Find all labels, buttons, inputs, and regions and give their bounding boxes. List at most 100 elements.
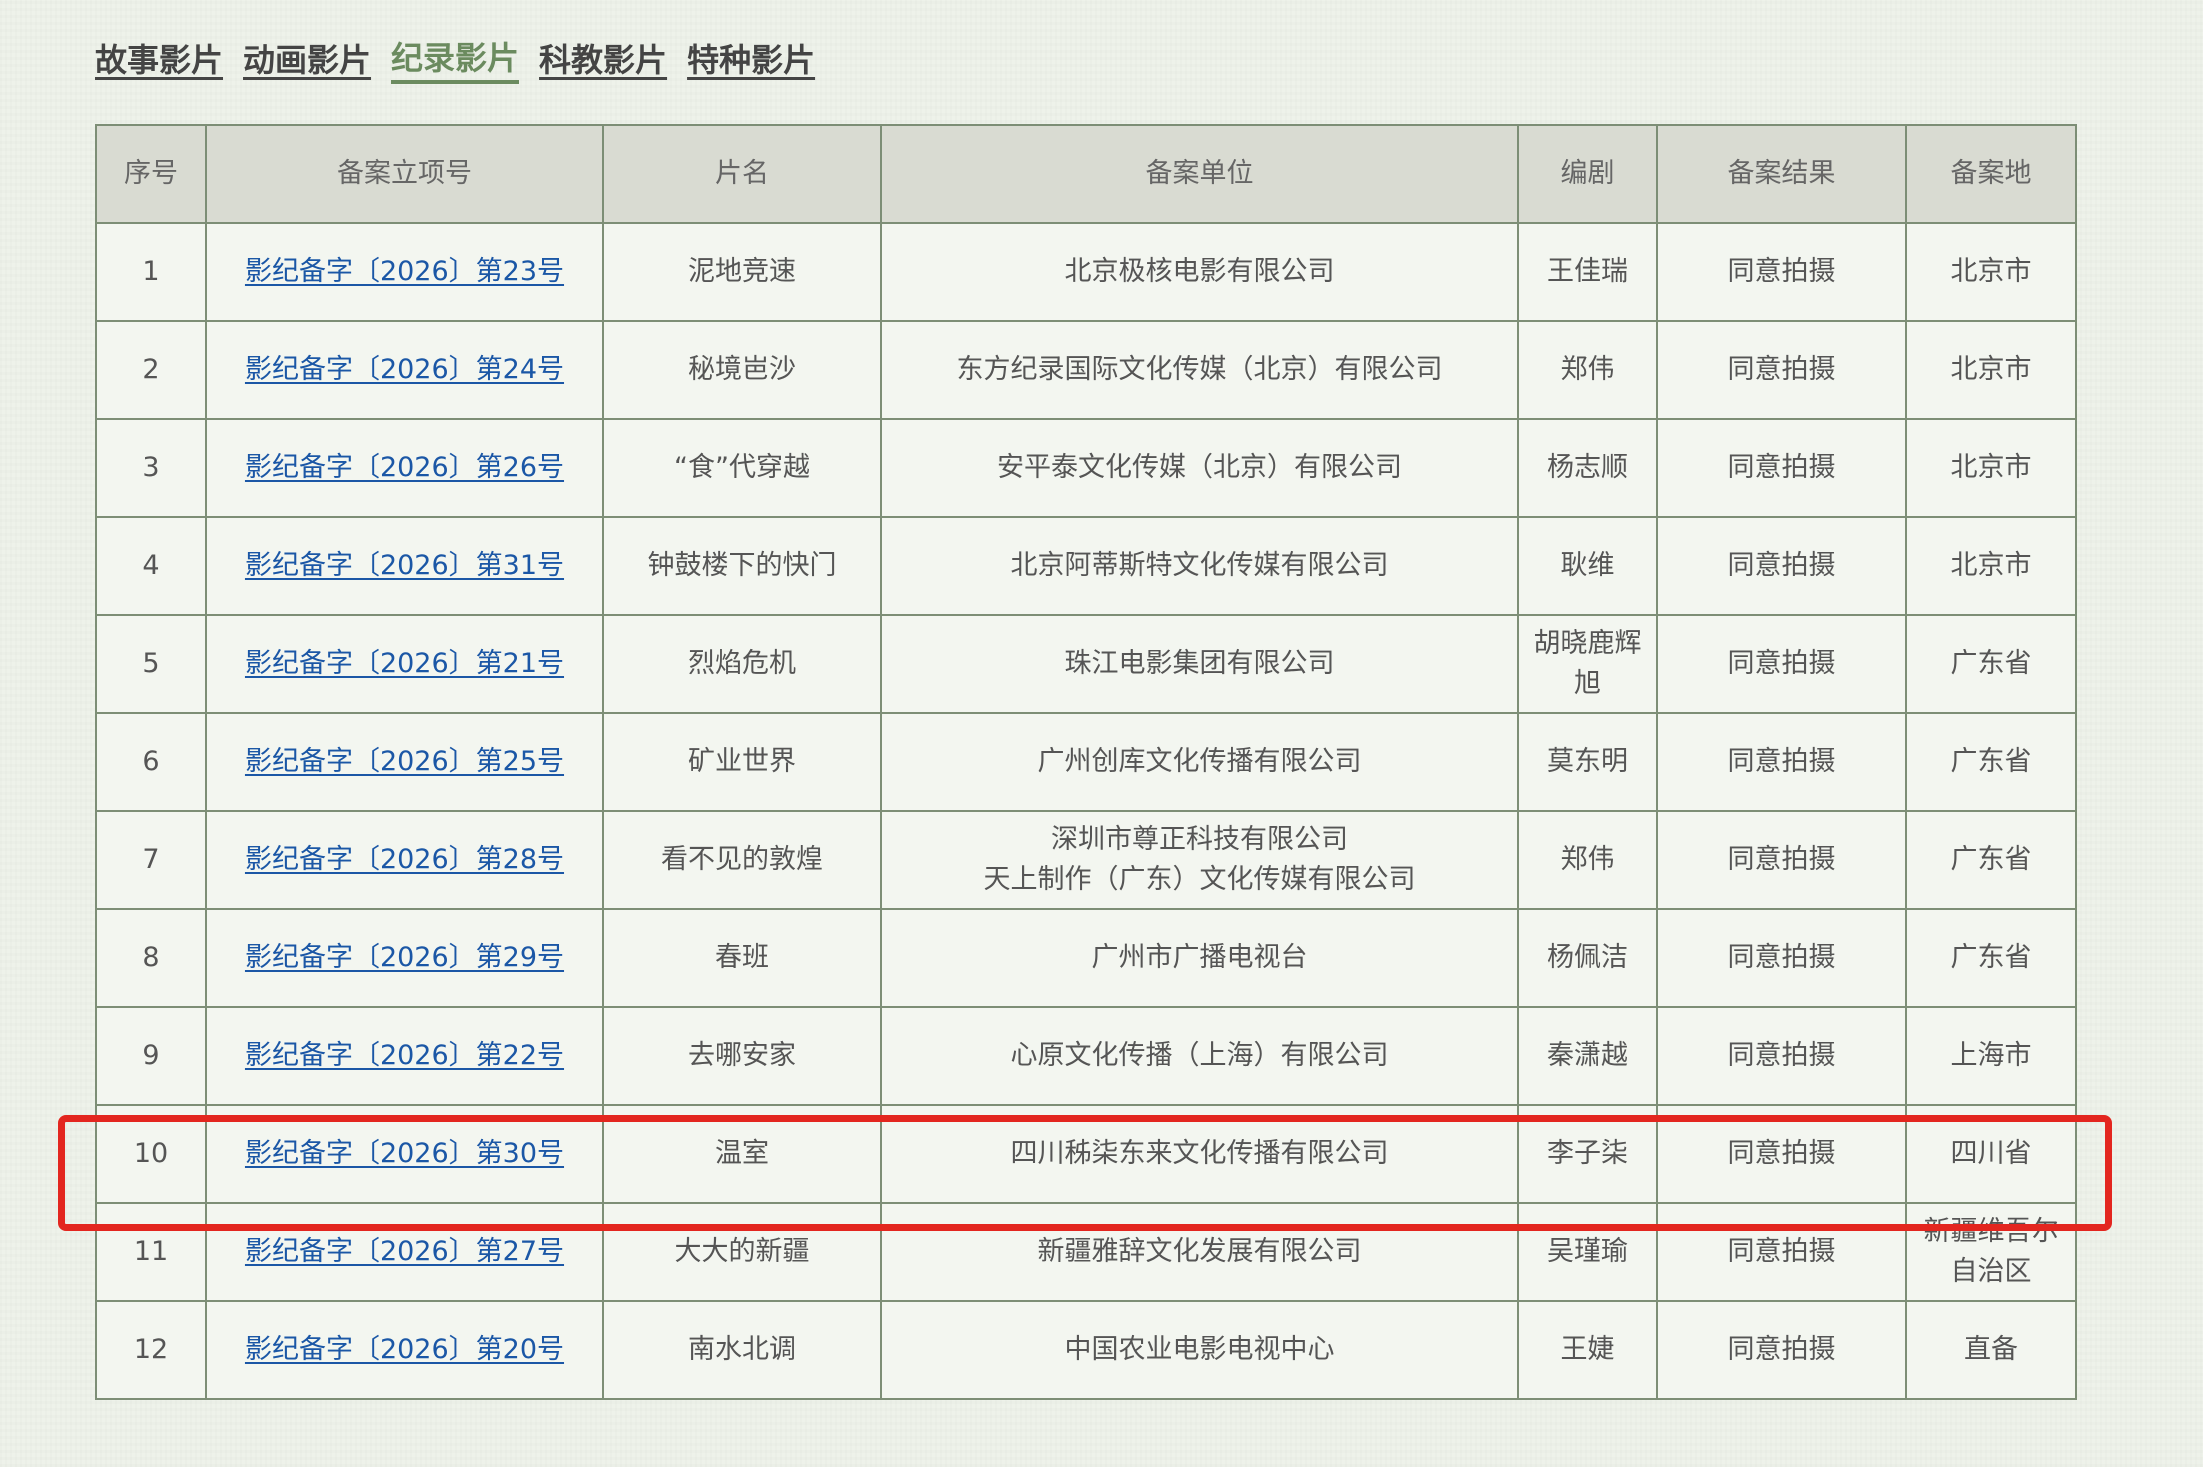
cell-filing-unit: 深圳市尊正科技有限公司 天上制作（广东）文化传媒有限公司 — [880, 810, 1519, 910]
table-row: 11 影纪备字〔2026〕第27号 大大的新疆 新疆雅辞文化发展有限公司 吴瑾瑜 同意拍摄… — [95, 1202, 2077, 1302]
table-row: 1 影纪备字〔2026〕第23号 泥地竞速 北京极核电影有限公司 王佳瑞 同意拍摄 北京市 — [95, 222, 2077, 322]
filing-number-link[interactable]: 影纪备字〔2026〕第21号 — [245, 648, 564, 679]
header-writer: 编剧 — [1517, 124, 1658, 224]
cell-writer: 吴瑾瑜 — [1517, 1202, 1658, 1302]
filing-number-link[interactable]: 影纪备字〔2026〕第20号 — [245, 1334, 564, 1365]
table-row: 4 影纪备字〔2026〕第31号 钟鼓楼下的快门 北京阿蒂斯特文化传媒有限公司 耿维 同意… — [95, 516, 2077, 616]
cell-title: 大大的新疆 — [602, 1202, 882, 1302]
cell-location: 北京市 — [1905, 516, 2077, 616]
cell-result: 同意拍摄 — [1656, 1300, 1907, 1400]
cell-title: 春班 — [602, 908, 882, 1008]
cell-filing-unit: 心原文化传播（上海）有限公司 — [880, 1006, 1519, 1106]
cell-no: 1 — [95, 222, 207, 322]
cell-no: 8 — [95, 908, 207, 1008]
cell-result: 同意拍摄 — [1656, 418, 1907, 518]
cell-writer: 郑伟 — [1517, 810, 1658, 910]
tab-animated-films[interactable]: 动画影片 — [243, 36, 371, 84]
cell-no: 2 — [95, 320, 207, 420]
cell-filing-number: 影纪备字〔2026〕第31号 — [205, 516, 604, 616]
header-filing-number: 备案立项号 — [205, 124, 604, 224]
filing-number-link[interactable]: 影纪备字〔2026〕第23号 — [245, 256, 564, 287]
filing-number-link[interactable]: 影纪备字〔2026〕第22号 — [245, 1040, 564, 1071]
cell-result: 同意拍摄 — [1656, 908, 1907, 1008]
filing-number-link[interactable]: 影纪备字〔2026〕第26号 — [245, 452, 564, 483]
table-row: 6 影纪备字〔2026〕第25号 矿业世界 广州创库文化传播有限公司 莫东明 同意拍摄 广东… — [95, 712, 2077, 812]
cell-writer: 李子柒 — [1517, 1104, 1658, 1204]
header-no: 序号 — [95, 124, 207, 224]
cell-filing-number: 影纪备字〔2026〕第23号 — [205, 222, 604, 322]
filing-number-link[interactable]: 影纪备字〔2026〕第31号 — [245, 550, 564, 581]
table-row: 2 影纪备字〔2026〕第24号 秘境岜沙 东方纪录国际文化传媒（北京）有限公司 郑伟同… — [95, 320, 2077, 420]
cell-title: “食”代穿越 — [602, 418, 882, 518]
header-title: 片名 — [602, 124, 882, 224]
cell-result: 同意拍摄 — [1656, 1006, 1907, 1106]
cell-filing-number: 影纪备字〔2026〕第29号 — [205, 908, 604, 1008]
filing-number-link[interactable]: 影纪备字〔2026〕第30号 — [245, 1138, 564, 1169]
cell-no: 11 — [95, 1202, 207, 1302]
cell-no: 4 — [95, 516, 207, 616]
cell-writer: 莫东明 — [1517, 712, 1658, 812]
filing-number-link[interactable]: 影纪备字〔2026〕第28号 — [245, 844, 564, 875]
cell-title: 矿业世界 — [602, 712, 882, 812]
cell-result: 同意拍摄 — [1656, 1104, 1907, 1204]
cell-filing-unit: 广州创库文化传播有限公司 — [880, 712, 1519, 812]
filing-number-link[interactable]: 影纪备字〔2026〕第27号 — [245, 1236, 564, 1267]
cell-no: 12 — [95, 1300, 207, 1400]
cell-filing-unit: 广州市广播电视台 — [880, 908, 1519, 1008]
cell-result: 同意拍摄 — [1656, 1202, 1907, 1302]
category-tabs: 故事影片 动画影片 纪录影片 科教影片 特种影片 — [95, 36, 815, 84]
cell-no: 7 — [95, 810, 207, 910]
cell-filing-number: 影纪备字〔2026〕第25号 — [205, 712, 604, 812]
cell-location: 新疆维吾尔自治区 — [1905, 1202, 2077, 1302]
tab-science-films[interactable]: 科教影片 — [539, 36, 667, 84]
table-header-row: 序号 备案立项号 片名 备案单位 编剧 备案结果 备案地 — [95, 124, 2077, 224]
cell-filing-unit: 珠江电影集团有限公司 — [880, 614, 1519, 714]
cell-location: 北京市 — [1905, 320, 2077, 420]
header-location: 备案地 — [1905, 124, 2077, 224]
cell-filing-number: 影纪备字〔2026〕第20号 — [205, 1300, 604, 1400]
cell-writer: 秦潇越 — [1517, 1006, 1658, 1106]
filing-number-link[interactable]: 影纪备字〔2026〕第25号 — [245, 746, 564, 777]
cell-location: 直备 — [1905, 1300, 2077, 1400]
tab-feature-films[interactable]: 故事影片 — [95, 36, 223, 84]
cell-filing-number: 影纪备字〔2026〕第24号 — [205, 320, 604, 420]
cell-title: 温室 — [602, 1104, 882, 1204]
table-row: 7 影纪备字〔2026〕第28号 看不见的敦煌 深圳市尊正科技有限公司 天上制作（广东）… — [95, 810, 2077, 910]
tab-documentary-films[interactable]: 纪录影片 — [391, 36, 520, 84]
cell-filing-number: 影纪备字〔2026〕第27号 — [205, 1202, 604, 1302]
tab-special-films[interactable]: 特种影片 — [687, 36, 815, 84]
table-body: 1 影纪备字〔2026〕第23号 泥地竞速 北京极核电影有限公司 王佳瑞 同意拍摄 北京市 2… — [95, 222, 2077, 1400]
filing-number-link[interactable]: 影纪备字〔2026〕第29号 — [245, 942, 564, 973]
cell-title: 秘境岜沙 — [602, 320, 882, 420]
cell-location: 广东省 — [1905, 810, 2077, 910]
cell-no: 10 — [95, 1104, 207, 1204]
cell-filing-unit: 东方纪录国际文化传媒（北京）有限公司 — [880, 320, 1519, 420]
table-row: 5 影纪备字〔2026〕第21号 烈焰危机 珠江电影集团有限公司 胡晓鹿辉旭 同意拍摄 广东… — [95, 614, 2077, 714]
cell-no: 5 — [95, 614, 207, 714]
cell-writer: 杨志顺 — [1517, 418, 1658, 518]
cell-result: 同意拍摄 — [1656, 320, 1907, 420]
cell-title: 烈焰危机 — [602, 614, 882, 714]
cell-location: 广东省 — [1905, 614, 2077, 714]
cell-location: 四川省 — [1905, 1104, 2077, 1204]
page-background: 故事影片 动画影片 纪录影片 科教影片 特种影片 序号 备案立项号 片名 备案单… — [0, 0, 2203, 1467]
cell-location: 北京市 — [1905, 418, 2077, 518]
cell-filing-unit: 新疆雅辞文化发展有限公司 — [880, 1202, 1519, 1302]
cell-result: 同意拍摄 — [1656, 516, 1907, 616]
cell-result: 同意拍摄 — [1656, 712, 1907, 812]
cell-result: 同意拍摄 — [1656, 810, 1907, 910]
cell-title: 南水北调 — [602, 1300, 882, 1400]
cell-location: 广东省 — [1905, 908, 2077, 1008]
table-row: 3 影纪备字〔2026〕第26号 “食”代穿越 安平泰文化传媒（北京）有限公司 杨志顺同… — [95, 418, 2077, 518]
cell-writer: 耿维 — [1517, 516, 1658, 616]
filing-number-link[interactable]: 影纪备字〔2026〕第24号 — [245, 354, 564, 385]
cell-title: 泥地竞速 — [602, 222, 882, 322]
cell-title: 看不见的敦煌 — [602, 810, 882, 910]
cell-filing-unit: 四川秭柒东来文化传播有限公司 — [880, 1104, 1519, 1204]
cell-result: 同意拍摄 — [1656, 222, 1907, 322]
cell-title: 钟鼓楼下的快门 — [602, 516, 882, 616]
table-row: 9 影纪备字〔2026〕第22号 去哪安家 心原文化传播（上海）有限公司 秦潇越 同意拍摄… — [95, 1006, 2077, 1106]
cell-writer: 郑伟 — [1517, 320, 1658, 420]
header-filing-unit: 备案单位 — [880, 124, 1519, 224]
cell-location: 广东省 — [1905, 712, 2077, 812]
